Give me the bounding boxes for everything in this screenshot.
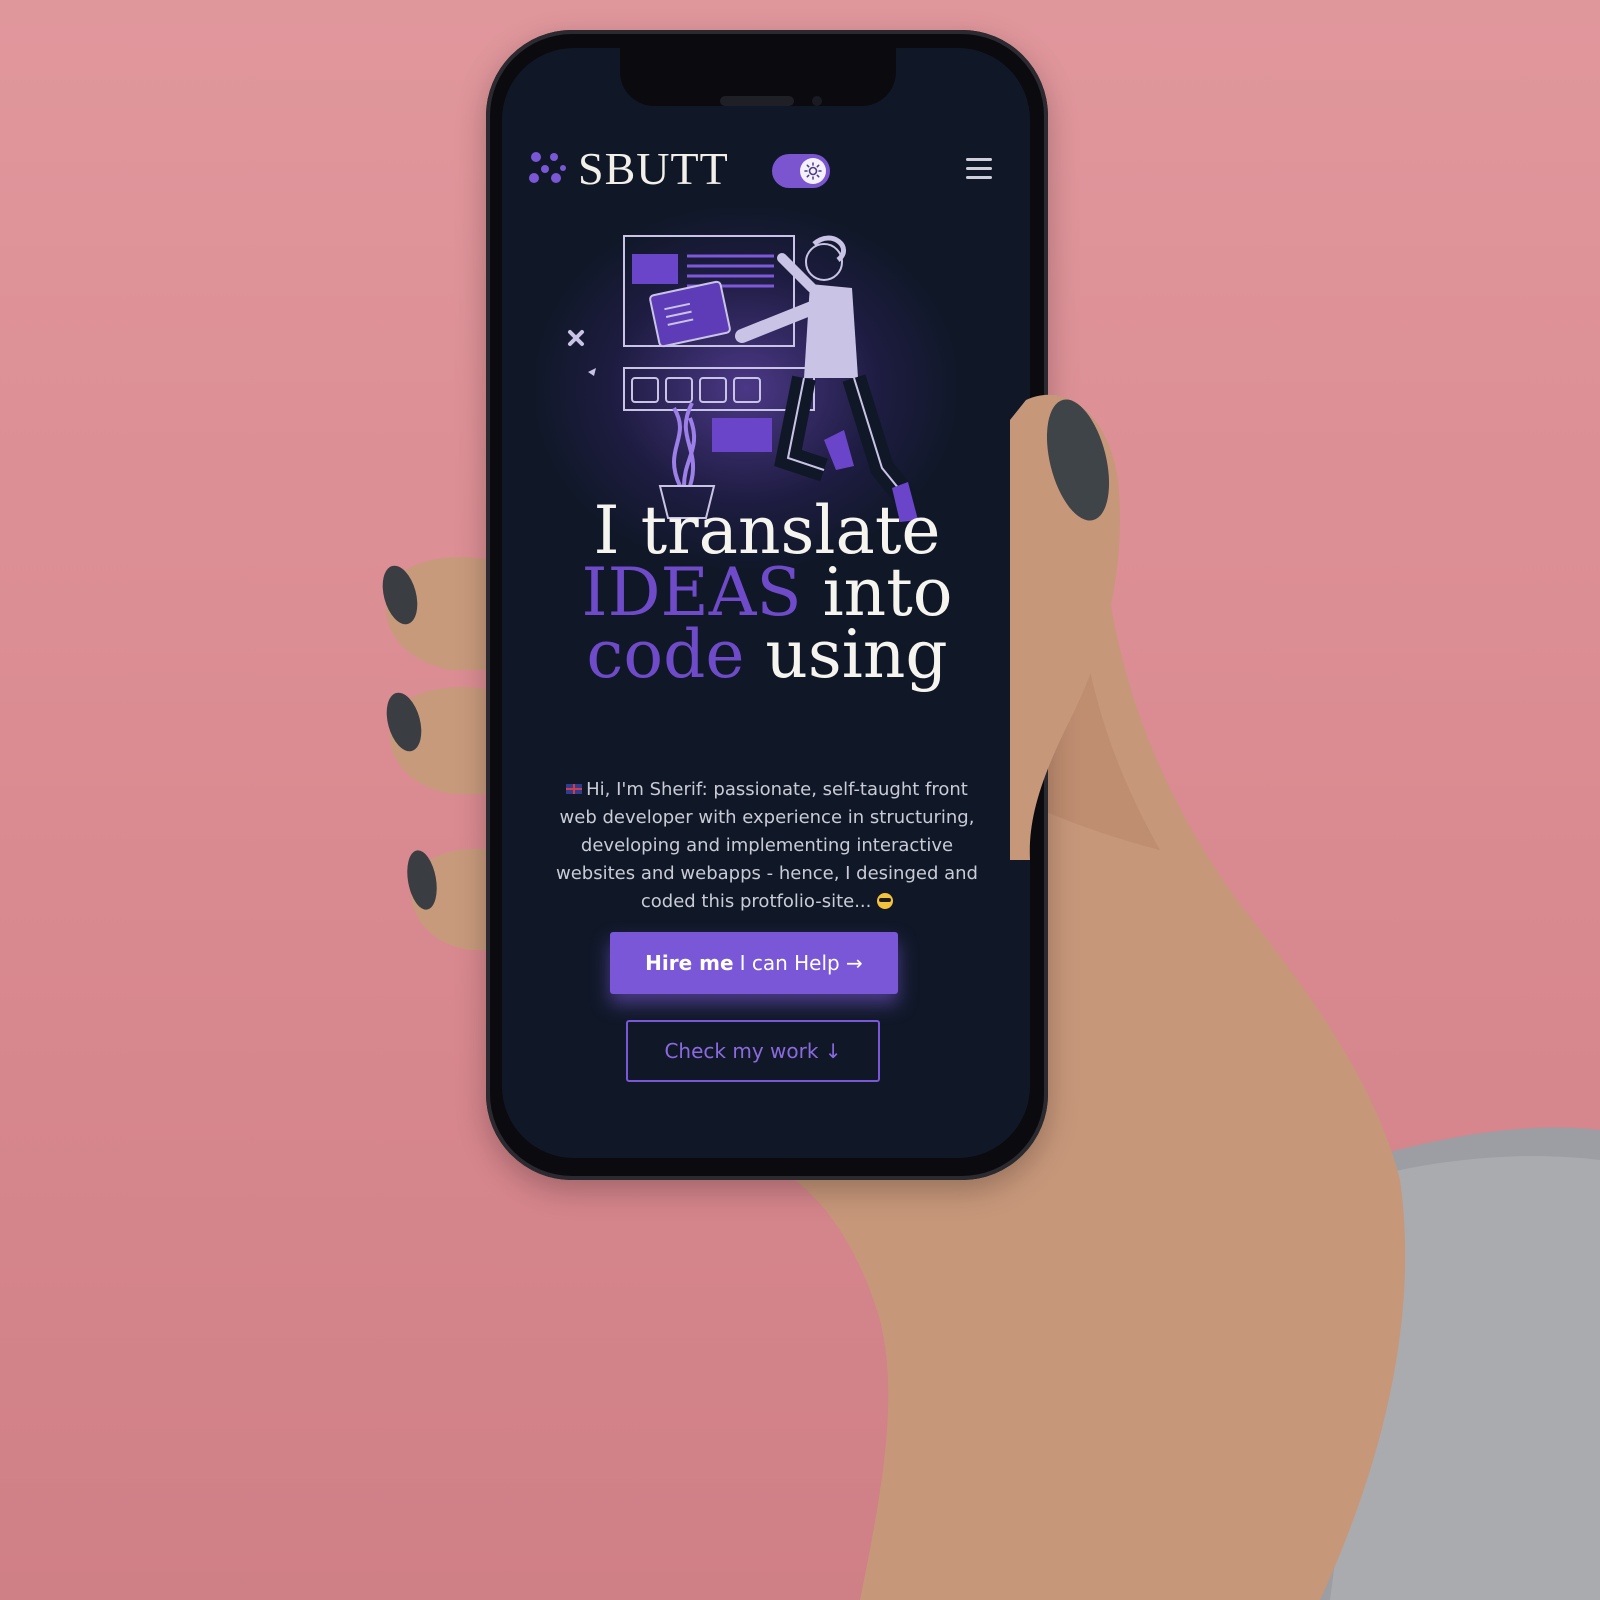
headline-using: using — [744, 616, 948, 693]
theme-toggle[interactable] — [772, 154, 830, 188]
front-camera — [812, 96, 822, 106]
hire-me-bold: Hire me — [645, 951, 734, 975]
brand-name: SBUTT — [578, 143, 729, 194]
hero-headline: I translate IDEAS into code using — [532, 492, 1002, 688]
theme-toggle-icon — [800, 158, 826, 184]
flag-icon — [566, 784, 583, 794]
top-bar: SBUTT — [502, 138, 1030, 208]
headline-code: code — [586, 616, 745, 693]
bio-paragraph: Hi, I'm Sherif: passionate, self-taught … — [552, 776, 982, 916]
phone-frame: SBUTT I translate IDEAS into code using … — [486, 30, 1048, 1180]
hire-me-button[interactable]: Hire me I can Help → — [610, 932, 898, 994]
hire-me-rest: I can Help → — [739, 951, 863, 975]
logo-icon — [529, 152, 566, 183]
menu-icon[interactable] — [966, 158, 992, 180]
mockup-scene: SBUTT I translate IDEAS into code using … — [0, 0, 1600, 1600]
check-my-work-button[interactable]: Check my work ↓ — [626, 1020, 880, 1082]
brand-logo[interactable]: SBUTT — [526, 146, 729, 192]
speaker — [720, 96, 794, 106]
headline-line-1: I translate — [593, 492, 941, 569]
phone-screen: SBUTT I translate IDEAS into code using … — [502, 48, 1030, 1158]
sunglasses-emoji-icon — [877, 893, 894, 909]
bio-text: Hi, I'm Sherif: passionate, self-taught … — [556, 779, 978, 912]
